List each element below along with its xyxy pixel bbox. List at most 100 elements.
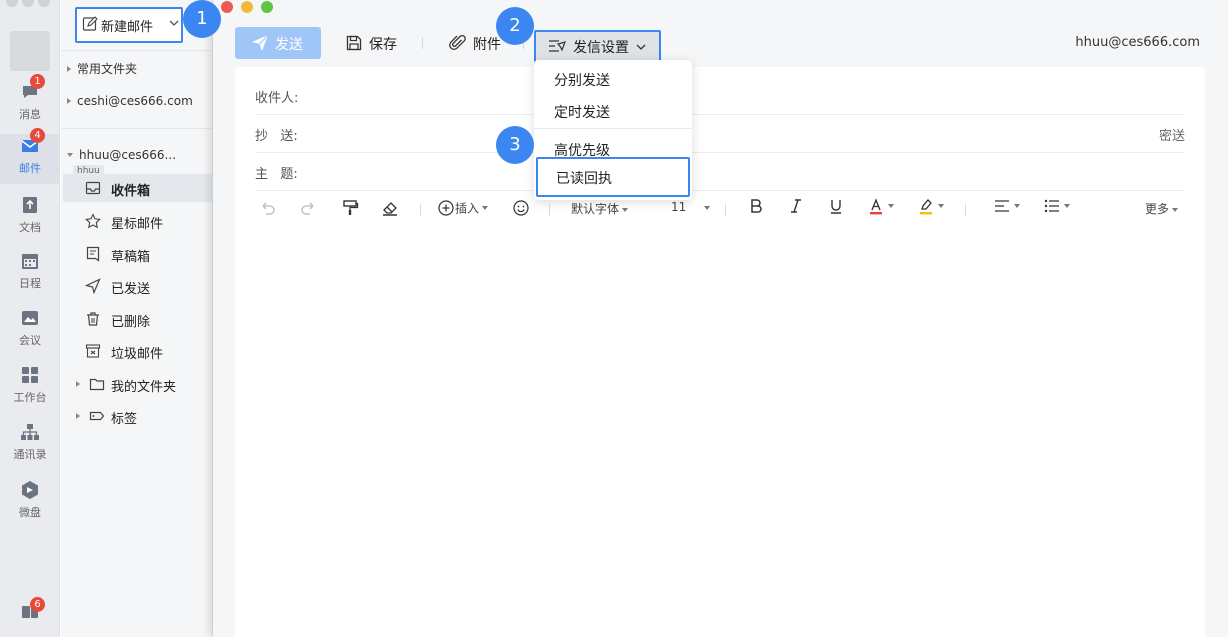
folder-label: 已删除 xyxy=(111,315,151,330)
folder-drafts[interactable]: 草稿箱 xyxy=(63,240,213,268)
save-label: 保存 xyxy=(369,37,397,53)
avatar[interactable] xyxy=(10,31,50,71)
folder-sent[interactable]: 已发送 xyxy=(63,272,213,300)
send-button[interactable]: 发送 xyxy=(235,27,321,59)
folder-group-hhuu[interactable]: hhuu@ces666...hhuu xyxy=(67,148,212,177)
folder-label: 草稿箱 xyxy=(111,250,151,265)
font-color-button[interactable] xyxy=(867,197,901,217)
more-label: 更多 xyxy=(1145,202,1170,216)
bcc-toggle[interactable]: 密送 xyxy=(1159,125,1185,144)
folder-tags[interactable]: 标签 xyxy=(63,402,213,430)
folder-group-ceshi[interactable]: ceshi@ces666.com xyxy=(67,94,193,108)
expand-triangle-icon[interactable] xyxy=(76,413,80,419)
new-mail-button[interactable]: 新建邮件 xyxy=(75,7,183,43)
chevron-down-icon[interactable] xyxy=(169,18,179,28)
rail-item-mail[interactable]: 4 邮件 xyxy=(0,128,60,184)
app-rail: 1 消息 4 邮件 文档 日程 会议 工作台 通讯录 微盘 6 xyxy=(0,0,60,637)
redo-button[interactable] xyxy=(299,199,317,219)
draft-icon xyxy=(86,246,100,262)
underline-button[interactable] xyxy=(827,197,845,217)
rail-item-messages[interactable]: 1 消息 xyxy=(0,74,60,130)
rail-item-workbench[interactable]: 工作台 xyxy=(0,363,60,413)
menu-item-label: 定时发送 xyxy=(554,105,610,121)
font-size-select[interactable]: 11 xyxy=(671,200,711,220)
send-settings-menu: 分别发送 定时发送 高优先级 已读回执 xyxy=(534,60,692,200)
maximize-window-button[interactable] xyxy=(261,1,273,13)
folder-spam[interactable]: 垃圾邮件 xyxy=(63,337,213,365)
to-label: 收件人: xyxy=(255,91,299,106)
star-icon xyxy=(85,213,101,229)
align-left-icon xyxy=(995,200,1009,212)
align-button[interactable] xyxy=(993,197,1027,217)
send-settings-button[interactable]: 发信设置 xyxy=(534,30,661,63)
grid-icon xyxy=(22,367,38,383)
font-family-select[interactable]: 默认字体 xyxy=(571,200,629,220)
eraser-icon xyxy=(383,202,397,216)
folder-group-label: ceshi@ces666.com xyxy=(77,94,193,108)
folder-inbox[interactable]: 收件箱 xyxy=(63,174,213,202)
redo-icon xyxy=(301,202,314,215)
format-painter-button[interactable] xyxy=(341,199,359,219)
format-painter-icon xyxy=(343,200,359,215)
apps-badge: 6 xyxy=(30,597,45,612)
minimize-window-button[interactable] xyxy=(241,1,253,13)
trash-icon xyxy=(87,312,99,326)
send-icon xyxy=(252,34,269,51)
divider xyxy=(61,128,213,129)
expand-triangle-icon[interactable] xyxy=(76,381,80,387)
rail-item-more-apps[interactable]: 6 xyxy=(0,597,60,637)
sent-icon xyxy=(85,278,101,294)
rail-label: 消息 xyxy=(19,108,41,121)
chevron-down-icon xyxy=(636,44,646,50)
insert-label: 插入 xyxy=(455,201,480,216)
folder-label: 标签 xyxy=(111,412,138,427)
sender-account: hhuu@ces666.com xyxy=(1075,35,1200,50)
rail-label: 日程 xyxy=(19,277,41,290)
menu-item-separate-send[interactable]: 分别发送 xyxy=(534,62,692,94)
rail-label: 微盘 xyxy=(19,506,41,519)
insert-menu[interactable]: 插入 xyxy=(437,199,497,219)
compose-form: 收件人: 抄 送: 密送 主 题: 插入 默认字体 11 更多 xyxy=(235,67,1205,637)
bold-button[interactable] xyxy=(747,197,765,217)
highlight-color-button[interactable] xyxy=(917,197,951,217)
close-window-button[interactable] xyxy=(221,1,233,13)
italic-button[interactable] xyxy=(787,197,805,217)
cc-field[interactable]: 抄 送: 密送 xyxy=(255,115,1185,153)
divider xyxy=(549,204,550,216)
rail-item-calendar[interactable]: 日程 xyxy=(0,249,60,299)
undo-button[interactable] xyxy=(259,199,277,219)
folder-label: 已发送 xyxy=(111,282,151,297)
rail-item-docs[interactable]: 文档 xyxy=(0,193,60,243)
rail-item-meeting[interactable]: 会议 xyxy=(0,306,60,356)
new-mail-label: 新建邮件 xyxy=(101,20,154,35)
folder-deleted[interactable]: 已删除 xyxy=(63,305,213,333)
meeting-icon xyxy=(22,311,38,325)
folder-group-common[interactable]: 常用文件夹 xyxy=(67,60,137,77)
emoji-button[interactable] xyxy=(512,199,530,219)
more-button[interactable]: 更多 xyxy=(1145,200,1179,220)
font-family-value: 默认字体 xyxy=(571,202,620,216)
inbox-icon xyxy=(85,181,101,195)
divider xyxy=(422,37,423,49)
rail-item-drive[interactable]: 微盘 xyxy=(0,478,60,528)
menu-item-read-receipt[interactable]: 已读回执 xyxy=(536,157,690,197)
clear-format-button[interactable] xyxy=(381,199,399,219)
rail-item-contacts[interactable]: 通讯录 xyxy=(0,420,60,470)
rail-label: 邮件 xyxy=(19,162,41,175)
to-field[interactable]: 收件人: xyxy=(255,77,1185,115)
rail-label: 会议 xyxy=(19,334,41,347)
folder-my-folders[interactable]: 我的文件夹 xyxy=(63,370,213,398)
step-marker-2: 2 xyxy=(496,7,534,45)
font-size-value: 11 xyxy=(671,200,687,214)
subject-field[interactable]: 主 题: xyxy=(255,153,1185,191)
folder-starred[interactable]: 星标邮件 xyxy=(63,207,213,235)
attach-label: 附件 xyxy=(473,37,501,53)
folder-label: 我的文件夹 xyxy=(111,380,177,395)
underline-icon xyxy=(831,200,841,214)
list-button[interactable] xyxy=(1043,197,1077,217)
folder-pane: 新建邮件 常用文件夹 ceshi@ces666.com hhuu@ces666.… xyxy=(61,0,213,637)
compose-window: 发送 保存 附件 发信设置 hhuu@ces666.com 收件人: 抄 送: … xyxy=(213,0,1228,637)
contacts-icon xyxy=(21,424,39,440)
menu-item-scheduled-send[interactable]: 定时发送 xyxy=(534,94,692,126)
save-button[interactable]: 保存 xyxy=(345,27,405,59)
